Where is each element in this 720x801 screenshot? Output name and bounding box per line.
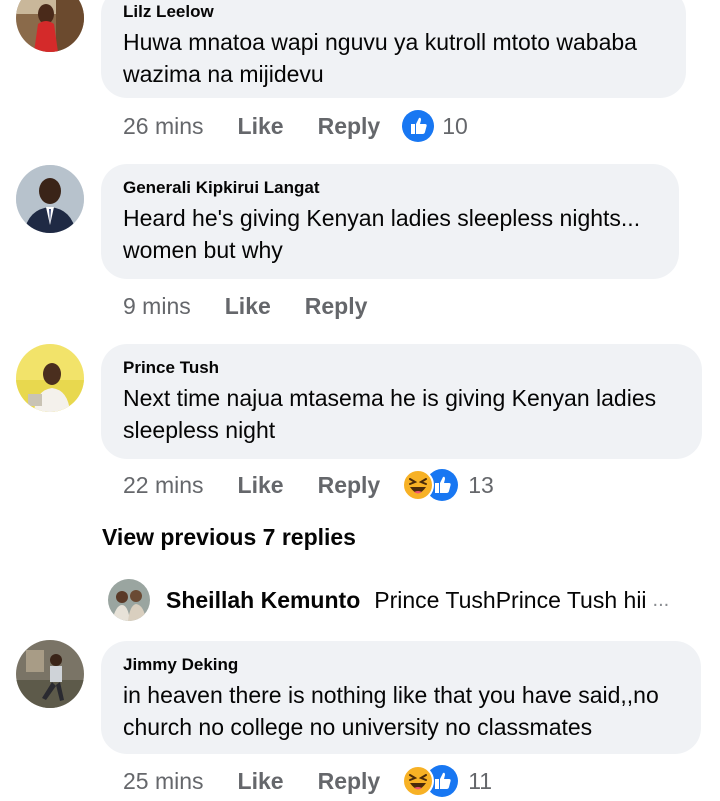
avatar[interactable]: [108, 579, 150, 621]
reply-preview-text: Prince TushPrince Tush hii: [374, 586, 647, 613]
comment-author[interactable]: Lilz Leelow: [123, 2, 664, 22]
comment-text: Heard he's giving Kenyan ladies sleeples…: [123, 202, 657, 266]
haha-icon: [402, 469, 435, 501]
avatar[interactable]: [16, 640, 84, 708]
comment-text-line: Huwa mnatoa wapi nguvu ya kutroll mtoto …: [123, 29, 637, 55]
reply-button[interactable]: Reply: [305, 293, 368, 320]
reaction-count: 10: [442, 112, 468, 139]
comment-actions: 9 mins Like Reply: [123, 289, 367, 323]
haha-icon: [402, 765, 435, 797]
comment-text-line: Heard he's giving Kenyan ladies sleeples…: [123, 205, 641, 231]
reaction-count: 11: [468, 767, 493, 794]
comment-text-line: church no college no university no class…: [123, 714, 593, 740]
view-previous-replies-link[interactable]: View previous 7 replies: [102, 524, 356, 551]
comment-bubble: Jimmy Deking in heaven there is nothing …: [101, 641, 701, 754]
reply-button[interactable]: Reply: [318, 113, 381, 140]
avatar[interactable]: [16, 165, 84, 233]
like-button[interactable]: Like: [238, 768, 284, 795]
comment-actions: 25 mins Like Reply 11: [123, 764, 492, 798]
comment-timestamp[interactable]: 25 mins: [123, 768, 204, 795]
comment-text-line: in heaven there is nothing like that you…: [123, 682, 659, 708]
reaction-summary[interactable]: 10: [402, 109, 468, 143]
reaction-summary[interactable]: 13: [402, 468, 494, 502]
comment-actions: 26 mins Like Reply 10: [123, 109, 468, 143]
reply-preview-author[interactable]: Sheillah Kemunto: [166, 587, 360, 614]
comment-bubble: Generali Kipkirui Langat Heard he's givi…: [101, 164, 679, 279]
comment-text-line: women but why: [123, 237, 283, 263]
comment-bubble: Prince Tush Next time najua mtasema he i…: [101, 344, 702, 459]
avatar[interactable]: [16, 0, 84, 52]
comment-author[interactable]: Jimmy Deking: [123, 655, 679, 675]
reply-button[interactable]: Reply: [318, 768, 381, 795]
reaction-summary[interactable]: 11: [402, 764, 492, 798]
comment-timestamp[interactable]: 26 mins: [123, 113, 204, 140]
comment-actions: 22 mins Like Reply 13: [123, 468, 494, 502]
comment-text: Next time najua mtasema he is giving Ken…: [123, 382, 680, 446]
comment-text: Huwa mnatoa wapi nguvu ya kutroll mtoto …: [123, 26, 664, 90]
comment-text-line: Next time najua mtasema he is giving Ken…: [123, 385, 657, 411]
comment-timestamp[interactable]: 22 mins: [123, 472, 204, 499]
comment-text-line: sleepless night: [123, 417, 276, 443]
avatar[interactable]: [16, 344, 84, 412]
comment-bubble: Lilz Leelow Huwa mnatoa wapi nguvu ya ku…: [101, 0, 686, 98]
reply-button[interactable]: Reply: [318, 472, 381, 499]
like-button[interactable]: Like: [238, 113, 284, 140]
reaction-count: 13: [468, 471, 494, 498]
comment-timestamp[interactable]: 9 mins: [123, 293, 191, 320]
comment-text-line: wazima na mijidevu: [123, 61, 324, 87]
comment-text: in heaven there is nothing like that you…: [123, 679, 679, 743]
comment-author[interactable]: Prince Tush: [123, 358, 680, 378]
comment-author[interactable]: Generali Kipkirui Langat: [123, 178, 657, 198]
like-button[interactable]: Like: [225, 293, 271, 320]
reply-preview-ellipsis: ...: [652, 588, 670, 611]
like-button[interactable]: Like: [238, 472, 284, 499]
reply-preview[interactable]: Sheillah Kemunto Prince TushPrince Tush …: [108, 578, 669, 622]
like-icon: [402, 110, 435, 142]
